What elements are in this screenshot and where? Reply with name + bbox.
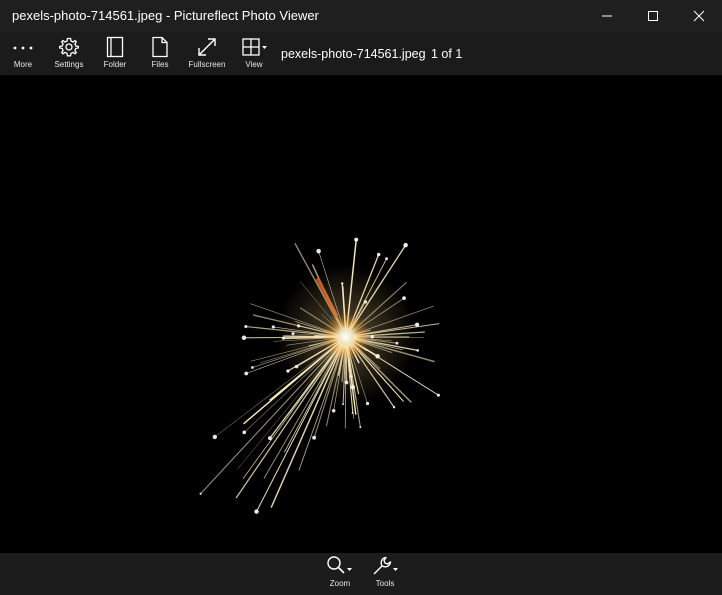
zoom-icon	[327, 556, 352, 574]
file-name: pexels-photo-714561.jpeg	[281, 47, 426, 61]
image-counter: 1 of 1	[431, 47, 463, 61]
spark-tip	[242, 430, 247, 435]
spark-tip	[254, 509, 259, 514]
spark-tip	[359, 426, 362, 429]
spark-tip	[199, 492, 202, 495]
spark-tip	[351, 411, 354, 414]
fullscreen-icon	[198, 38, 216, 56]
minimize-button[interactable]	[584, 0, 630, 32]
maximize-icon	[648, 11, 658, 21]
spark-tip	[331, 408, 336, 413]
title-bar: pexels-photo-714561.jpeg - Pictureflect …	[0, 0, 722, 32]
file-icon	[152, 36, 168, 58]
minimize-icon	[602, 15, 612, 17]
spark-tip	[436, 393, 440, 397]
more-label: More	[13, 60, 33, 69]
spark-tip	[267, 436, 272, 441]
spark-tip	[392, 406, 396, 409]
spark-tip	[244, 371, 249, 376]
spark-tip	[376, 252, 381, 257]
tools-label: Tools	[375, 579, 395, 588]
more-icon	[13, 46, 33, 50]
window-title: pexels-photo-714561.jpeg - Pictureflect …	[12, 8, 319, 23]
folder-button[interactable]: Folder	[98, 32, 132, 75]
spark-tip	[316, 248, 321, 254]
grid-view-icon	[242, 38, 267, 56]
fullscreen-button[interactable]: Fullscreen	[186, 32, 228, 75]
fullscreen-label: Fullscreen	[188, 60, 226, 69]
more-button[interactable]: More	[6, 32, 40, 75]
spark-tip	[403, 242, 408, 248]
close-button[interactable]	[676, 0, 722, 32]
sparkler-photo	[199, 237, 440, 514]
spark-tip	[244, 324, 248, 329]
files-button[interactable]: Files	[144, 32, 176, 75]
maximize-button[interactable]	[630, 0, 676, 32]
settings-label: Settings	[54, 60, 84, 69]
gear-icon	[59, 37, 79, 57]
image-viewer[interactable]	[0, 75, 722, 553]
tools-button[interactable]: Tools	[369, 553, 401, 595]
folder-label: Folder	[103, 60, 127, 69]
settings-button[interactable]: Settings	[50, 32, 88, 75]
close-icon	[693, 10, 705, 22]
spark-tip	[354, 237, 359, 242]
spark-tip	[385, 257, 388, 261]
files-label: Files	[151, 60, 169, 69]
chevron-down-icon	[262, 46, 267, 49]
spark-core	[322, 313, 370, 361]
view-label: View	[245, 60, 263, 69]
wrench-icon	[373, 556, 398, 575]
spark-tip	[365, 401, 370, 406]
spark-tip	[312, 435, 317, 440]
spark-tip	[212, 434, 217, 440]
spark-tip	[416, 349, 419, 352]
zoom-label: Zoom	[329, 579, 351, 588]
bottom-toolbar: Zoom Tools	[0, 553, 722, 595]
folder-icon	[106, 36, 124, 58]
spark-tip	[271, 325, 275, 329]
spark-tip	[251, 366, 254, 369]
zoom-button[interactable]: Zoom	[324, 553, 356, 595]
spark-tip	[241, 335, 247, 340]
view-button[interactable]: View	[238, 32, 270, 75]
